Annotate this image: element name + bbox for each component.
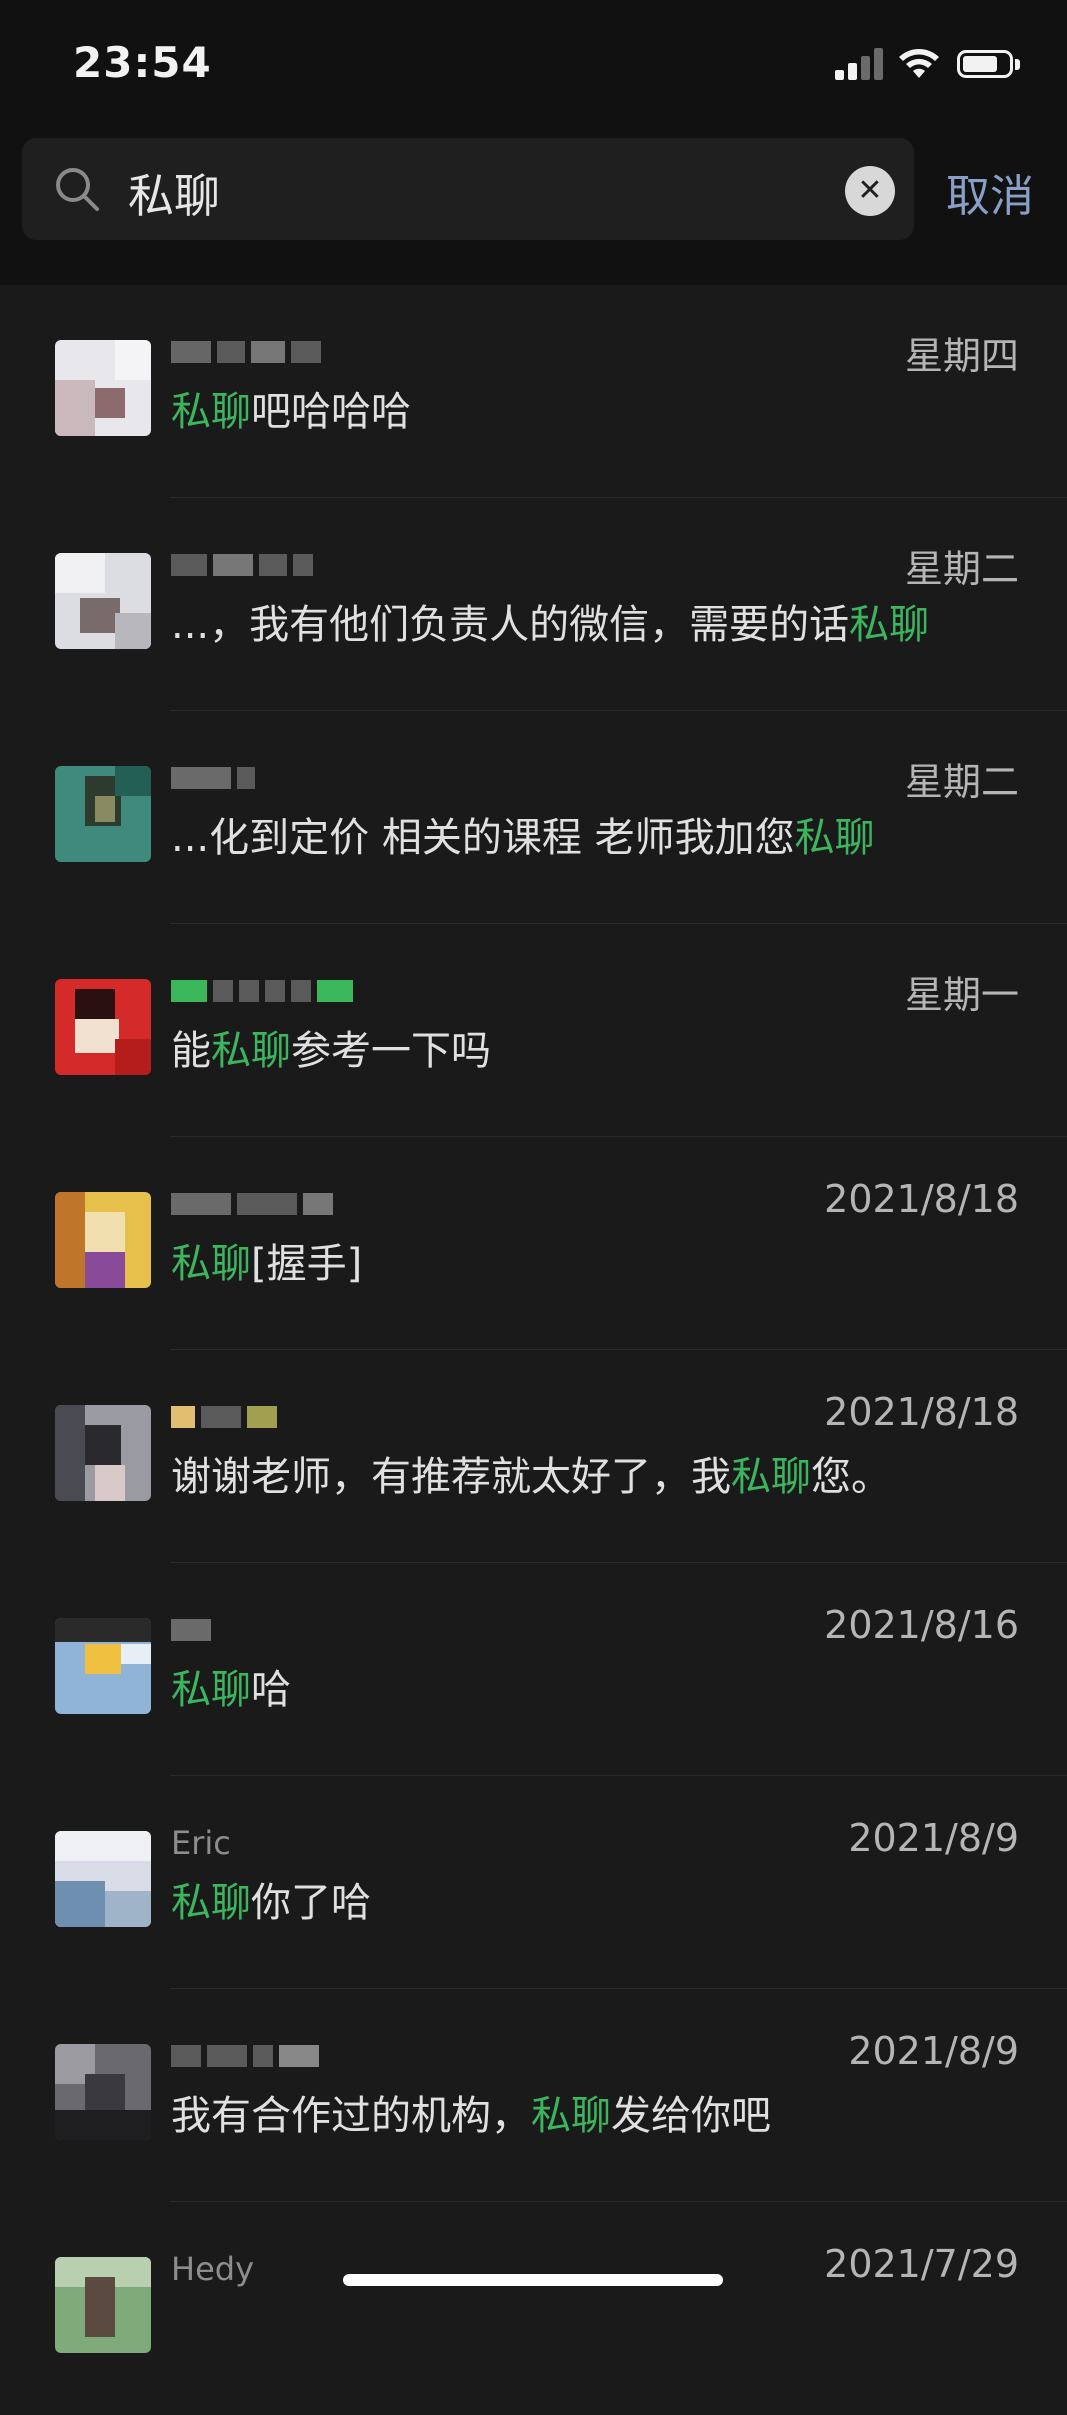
status-time: 23:54 [73,38,212,87]
message-snippet: 我有合作过的机构，私聊发给你吧 [171,2093,771,2139]
wifi-icon [899,49,939,78]
message-date: 2021/8/9 [848,2029,1019,2073]
contact-name: Eric [171,1824,231,1862]
list-item[interactable]: 星期四 私聊吧哈哈哈 [0,285,1067,498]
contact-name-redacted [171,341,327,367]
message-snippet: 能私聊参考一下吗 [171,1028,491,1074]
avatar [55,553,151,649]
message-date: 星期一 [904,973,1019,1017]
list-item[interactable]: Eric 2021/8/9 私聊你了哈 [0,1776,1067,1989]
avatar [55,766,151,862]
message-date: 2021/8/18 [824,1390,1019,1434]
avatar [55,1618,151,1714]
contact-name-redacted [171,1406,283,1432]
message-date: 2021/8/9 [848,1816,1019,1860]
message-snippet: 私聊吧哈哈哈 [171,389,411,435]
contact-name-redacted [171,1619,217,1645]
search-box[interactable]: 私聊 ✕ [22,138,914,240]
contact-name-redacted [171,1193,339,1219]
list-item[interactable]: 星期二 ...化到定价 相关的课程 老师我加您私聊 [0,711,1067,924]
message-snippet: 谢谢老师，有推荐就太好了，我私聊您。 [171,1454,891,1500]
list-item[interactable]: 2021/8/9 我有合作过的机构，私聊发给你吧 [0,1989,1067,2202]
message-date: 2021/8/18 [824,1177,1019,1221]
home-indicator[interactable] [343,2274,723,2286]
status-bar: 23:54 [0,0,1067,130]
message-date: 星期二 [904,760,1019,804]
message-date: 星期四 [904,334,1019,378]
message-date: 星期二 [904,547,1019,591]
message-snippet: 私聊[握手] [171,1241,363,1287]
list-item[interactable]: 2021/8/18 私聊[握手] [0,1137,1067,1350]
avatar [55,1192,151,1288]
avatar [55,1831,151,1927]
avatar [55,979,151,1075]
list-item[interactable]: 星期二 ...，我有他们负责人的微信，需要的话私聊 [0,498,1067,711]
message-snippet: ...，我有他们负责人的微信，需要的话私聊 [171,602,930,648]
contact-name: Hedy [171,2250,254,2288]
avatar [55,2257,151,2353]
message-snippet: ...化到定价 相关的课程 老师我加您私聊 [171,815,875,861]
contact-name-redacted [171,2045,325,2071]
message-snippet: 私聊你了哈 [171,1880,371,1926]
avatar [55,340,151,436]
list-item[interactable]: 星期一 能私聊参考一下吗 [0,924,1067,1137]
list-item[interactable]: Hedy 2021/7/29 [0,2202,1067,2415]
message-date: 2021/7/29 [824,2242,1019,2286]
list-item[interactable]: 2021/8/16 私聊哈 [0,1563,1067,1776]
battery-icon [957,50,1021,80]
search-results-list: 星期四 私聊吧哈哈哈 星期二 ...，我有他们负责人的微信，需要的话私聊 星期二… [0,285,1067,2415]
clear-icon[interactable]: ✕ [845,166,895,216]
contact-name-redacted [171,767,261,793]
message-snippet: 私聊哈 [171,1667,291,1713]
search-header: 私聊 ✕ 取消 [0,130,1067,285]
cancel-button[interactable]: 取消 [946,160,1034,224]
avatar [55,2044,151,2140]
list-item[interactable]: 2021/8/18 谢谢老师，有推荐就太好了，我私聊您。 [0,1350,1067,1563]
signal-icon [835,46,887,80]
avatar [55,1405,151,1501]
search-input[interactable]: 私聊 [128,160,220,226]
contact-name-redacted [171,980,359,1006]
message-date: 2021/8/16 [824,1603,1019,1647]
contact-name-redacted [171,554,319,580]
search-icon [56,168,99,211]
